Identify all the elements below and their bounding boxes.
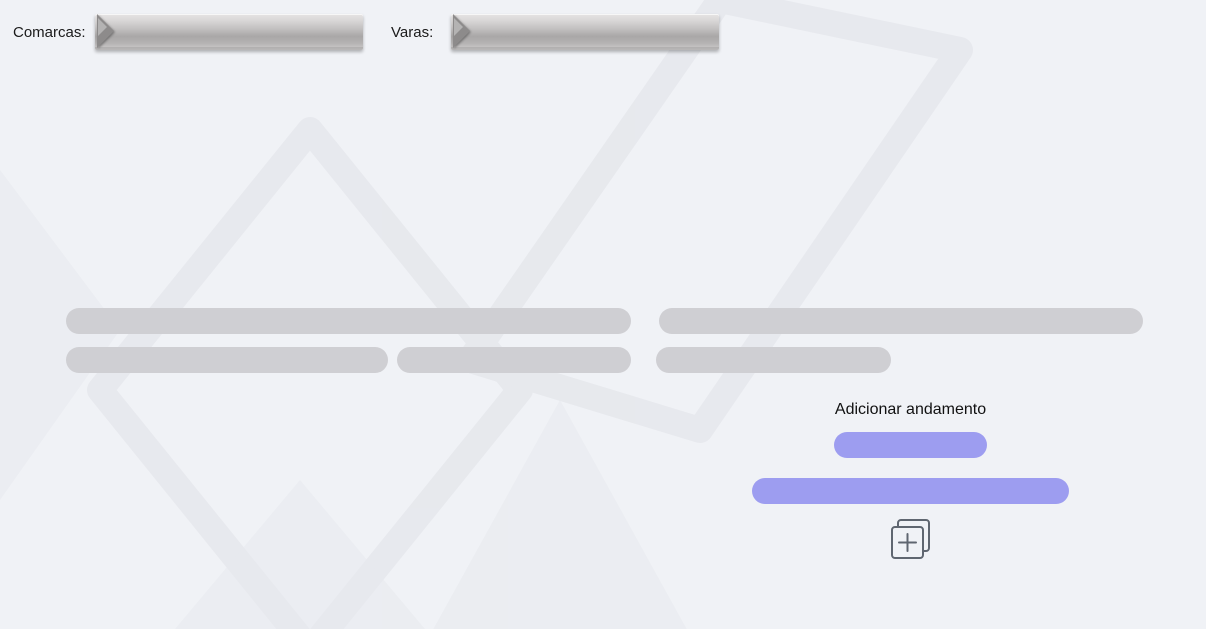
add-copy-icon <box>891 519 930 559</box>
loading-placeholder-bar <box>397 347 631 373</box>
loading-placeholder-bar <box>659 308 1143 334</box>
comarcas-select[interactable] <box>95 14 363 50</box>
varas-label: Varas: <box>391 24 434 41</box>
varas-select[interactable] <box>451 14 719 50</box>
add-movement-button[interactable] <box>890 517 932 561</box>
loading-placeholder-bar <box>66 347 388 373</box>
add-movement-option-short[interactable] <box>834 432 987 458</box>
loading-placeholder-bar <box>66 308 631 334</box>
add-movement-title: Adicionar andamento <box>834 401 987 418</box>
comarcas-label: Comarcas: <box>13 24 86 41</box>
add-movement-option-long[interactable] <box>752 478 1069 504</box>
page-bottom-edge <box>0 629 1206 635</box>
loading-placeholder-bar <box>656 347 891 373</box>
